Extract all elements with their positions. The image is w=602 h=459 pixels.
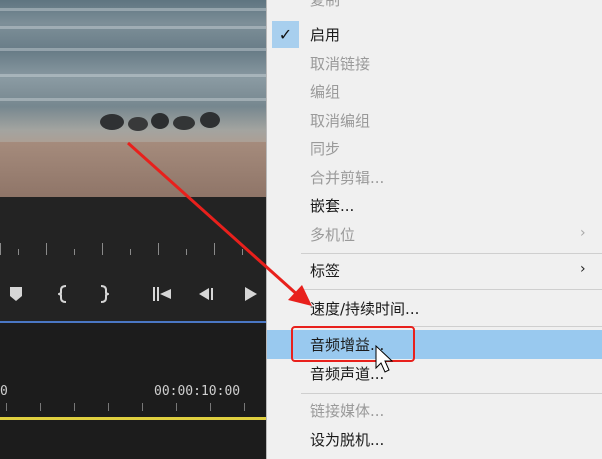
ruler-tick bbox=[130, 249, 131, 255]
ruler-tick bbox=[74, 403, 75, 411]
go-to-in-icon[interactable] bbox=[150, 283, 174, 305]
menu-item-label: 音频声道... bbox=[310, 365, 385, 383]
menu-item-label: 速度/持续时间... bbox=[310, 300, 420, 318]
ruler-tick bbox=[244, 403, 245, 411]
ruler-tick bbox=[158, 243, 159, 255]
menu-item-label: 取消编组 bbox=[310, 112, 371, 130]
chevron-right-icon: › bbox=[580, 225, 586, 241]
menu-item-copy-partial[interactable]: 复制 bbox=[310, 0, 340, 10]
checkmark-icon: ✓ bbox=[278, 25, 293, 44]
wave-line bbox=[0, 98, 266, 101]
ruler-tick bbox=[0, 243, 1, 255]
ruler-tick bbox=[142, 403, 143, 411]
menu-separator bbox=[301, 289, 602, 290]
ruler-tick bbox=[74, 249, 75, 255]
ruler-tick bbox=[214, 243, 215, 255]
audio-track-line bbox=[0, 417, 266, 420]
menu-item-audio-channels[interactable]: 音频声道... bbox=[267, 359, 602, 388]
in-point-icon[interactable] bbox=[53, 283, 73, 305]
menu-item-enable[interactable]: ✓ 启用 bbox=[267, 20, 602, 49]
ruler-tick bbox=[6, 403, 7, 411]
menu-item-group[interactable]: 编组 bbox=[267, 77, 602, 106]
annotation-highlight-box bbox=[291, 326, 415, 362]
chevron-right-icon: › bbox=[580, 261, 586, 277]
menu-item-multicam[interactable]: 多机位 › bbox=[267, 220, 602, 249]
menu-item-link-media[interactable]: 链接媒体... bbox=[267, 396, 602, 425]
program-ruler[interactable] bbox=[0, 197, 266, 269]
sand-foreground bbox=[0, 142, 266, 197]
ruler-tick bbox=[186, 249, 187, 255]
menu-item-speed-duration[interactable]: 速度/持续时间... bbox=[267, 294, 602, 323]
transport-controls bbox=[0, 269, 266, 321]
menu-separator bbox=[301, 253, 602, 254]
ruler-tick bbox=[18, 249, 19, 255]
menu-item-nest[interactable]: 嵌套... bbox=[267, 191, 602, 220]
menu-item-label: 多机位 bbox=[310, 226, 356, 244]
check-area: ✓ bbox=[272, 21, 299, 48]
menu-item-label: 同步 bbox=[310, 140, 341, 158]
video-preview bbox=[0, 0, 266, 197]
timeline-ruler[interactable] bbox=[0, 403, 266, 417]
menu-item-synchronize[interactable]: 同步 bbox=[267, 134, 602, 163]
menu-item-ungroup[interactable]: 取消编组 bbox=[267, 106, 602, 135]
step-back-icon[interactable] bbox=[195, 283, 217, 305]
timeline-panel[interactable]: 0 00:00:10:00 bbox=[0, 323, 266, 459]
menu-item-label: 合并剪辑... bbox=[310, 169, 385, 187]
play-icon[interactable] bbox=[240, 283, 262, 305]
menu-item-label: 嵌套... bbox=[310, 197, 355, 215]
menu-item-label: 启用 bbox=[310, 26, 341, 44]
menu-item-label: 链接媒体... bbox=[310, 402, 385, 420]
out-point-icon[interactable] bbox=[94, 283, 114, 305]
timecode-start: 0 bbox=[0, 384, 8, 399]
wave-line bbox=[0, 26, 266, 29]
ruler-tick bbox=[242, 249, 243, 255]
menu-item-label: 标签 bbox=[310, 262, 341, 280]
menu-item-merge-clips[interactable]: 合并剪辑... bbox=[267, 163, 602, 192]
ruler-tick bbox=[46, 243, 47, 255]
menu-item-label: 设为脱机... bbox=[310, 431, 385, 449]
ruler-tick bbox=[102, 243, 103, 255]
marker-icon[interactable] bbox=[6, 283, 26, 305]
wave-line bbox=[0, 48, 266, 51]
ruler-tick bbox=[40, 403, 41, 411]
wave-line bbox=[0, 74, 266, 77]
ruler-tick bbox=[210, 403, 211, 411]
menu-item-label-submenu[interactable]: 标签 › bbox=[267, 256, 602, 285]
context-menu: 复制 ✓ 启用 取消链接 编组 取消编组 同步 合并剪辑... 嵌套... 多机… bbox=[266, 0, 602, 459]
timecode-mark: 00:00:10:00 bbox=[154, 384, 241, 399]
menu-separator bbox=[301, 393, 602, 394]
menu-item-make-offline[interactable]: 设为脱机... bbox=[267, 425, 602, 454]
rocks-image bbox=[100, 112, 220, 131]
ruler-tick bbox=[176, 403, 177, 411]
ruler-tick bbox=[108, 403, 109, 411]
menu-item-label: 编组 bbox=[310, 83, 341, 101]
menu-item-label: 取消链接 bbox=[310, 55, 371, 73]
wave-line bbox=[0, 8, 266, 11]
menu-item-unlink[interactable]: 取消链接 bbox=[267, 49, 602, 78]
